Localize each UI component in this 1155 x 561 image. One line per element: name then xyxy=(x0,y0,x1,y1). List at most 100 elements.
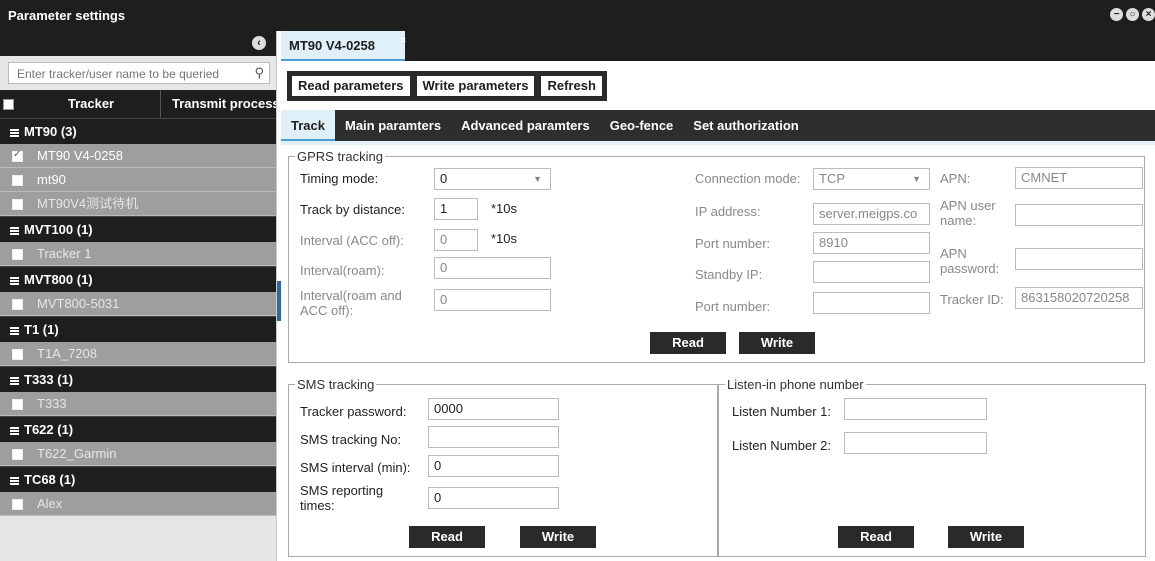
parameter-tabs: Track Main paramters Advanced paramters … xyxy=(281,110,1155,141)
tracker-checkbox[interactable] xyxy=(12,449,23,461)
tab-label: MT90 V4-0258 xyxy=(289,38,375,53)
interval-roam-input[interactable]: 0 xyxy=(434,257,551,279)
interval-roam-acc-off-input[interactable]: 0 xyxy=(434,289,551,311)
tab-underline xyxy=(281,141,1155,145)
group-label: T333 (1) xyxy=(24,372,74,387)
write-parameters-button[interactable]: Write parameters xyxy=(415,75,536,97)
tab-set-authorization[interactable]: Set authorization xyxy=(683,110,808,141)
sms-read-button[interactable]: Read xyxy=(409,526,485,548)
group-label: MVT800 (1) xyxy=(24,272,93,287)
connection-mode-value: TCP xyxy=(819,171,845,186)
tab-close-icon[interactable]: × xyxy=(401,25,406,55)
listen-in-legend: Listen-in phone number xyxy=(727,377,864,392)
gprs-read-button[interactable]: Read xyxy=(650,332,726,354)
group-label: TC68 (1) xyxy=(24,472,76,487)
ip-address-input[interactable]: server.meigps.co xyxy=(813,203,930,225)
tracker-checkbox[interactable] xyxy=(12,299,23,311)
timing-mode-select[interactable]: 0 ▼ xyxy=(434,168,551,190)
gprs-write-button[interactable]: Write xyxy=(739,332,815,354)
transmit-column-header: Transmit process xyxy=(172,96,280,111)
gprs-tracking-legend: GPRS tracking xyxy=(297,149,383,164)
restore-icon[interactable]: ○ xyxy=(1126,8,1139,21)
sms-reporting-times-input[interactable]: 0 xyxy=(428,487,559,509)
sms-tracking-no-label: SMS tracking No: xyxy=(300,432,402,447)
group-icon xyxy=(10,276,19,285)
listen-number-1-label: Listen Number 1: xyxy=(732,404,831,419)
interval-acc-off-input[interactable]: 0 xyxy=(434,229,478,251)
tracker-item[interactable]: MVT800-5031 xyxy=(0,292,276,316)
tracker-item[interactable]: Tracker 1 xyxy=(0,242,276,266)
tab-main-paramters[interactable]: Main paramters xyxy=(335,110,451,141)
refresh-button[interactable]: Refresh xyxy=(540,75,603,97)
title-bar: Parameter settings − ○ × xyxy=(0,0,1155,31)
window-title: Parameter settings xyxy=(8,8,126,23)
apn-input[interactable]: CMNET xyxy=(1015,167,1143,189)
group-icon xyxy=(10,376,19,385)
interval-roam-label: Interval(roam): xyxy=(300,263,385,278)
collapse-sidebar-icon[interactable]: ‹ xyxy=(252,36,266,50)
apn-label: APN: xyxy=(940,171,971,186)
read-parameters-button[interactable]: Read parameters xyxy=(291,75,411,97)
listen-number-2-input[interactable] xyxy=(844,432,987,454)
apn-user-name-input[interactable] xyxy=(1015,204,1143,226)
select-all-checkbox[interactable] xyxy=(3,99,14,110)
tracker-item[interactable]: Alex xyxy=(0,492,276,516)
tracker-checkbox[interactable] xyxy=(12,349,23,361)
minimize-icon[interactable]: − xyxy=(1110,8,1123,21)
group-icon xyxy=(10,226,19,235)
group-t622[interactable]: T622 (1) xyxy=(0,416,276,442)
listen-read-button[interactable]: Read xyxy=(838,526,914,548)
tracker-search-input[interactable] xyxy=(15,64,251,84)
tracker-label: Tracker 1 xyxy=(37,246,92,261)
standby-ip-label: Standby IP: xyxy=(695,267,763,282)
group-t333[interactable]: T333 (1) xyxy=(0,366,276,392)
tab-advanced-paramters[interactable]: Advanced paramters xyxy=(451,110,600,141)
group-tc68[interactable]: TC68 (1) xyxy=(0,466,276,492)
tracker-item[interactable]: T622_Garmin xyxy=(0,442,276,466)
group-mvt100[interactable]: MVT100 (1) xyxy=(0,216,276,242)
tracker-checkbox[interactable] xyxy=(12,151,23,163)
group-t1[interactable]: T1 (1) xyxy=(0,316,276,342)
tracker-search: ⚲ xyxy=(8,62,270,84)
standby-ip-input[interactable] xyxy=(813,261,930,283)
sms-interval-label: SMS interval (min): xyxy=(300,460,411,475)
apn-user-name-label: APN user name: xyxy=(940,198,996,228)
tracker-item[interactable]: T333 xyxy=(0,392,276,416)
tab-track[interactable]: Track xyxy=(281,110,335,141)
tracker-label: T1A_7208 xyxy=(37,346,97,361)
tab-geo-fence[interactable]: Geo-fence xyxy=(600,110,684,141)
search-icon[interactable]: ⚲ xyxy=(254,65,264,81)
chevron-down-icon: ▼ xyxy=(533,174,542,184)
listen-write-button[interactable]: Write xyxy=(948,526,1024,548)
tab-mt90-v4-0258[interactable]: MT90 V4-0258 × xyxy=(281,31,406,61)
apn-password-input[interactable] xyxy=(1015,248,1143,270)
tracker-table-header: Tracker Transmit process xyxy=(0,90,280,118)
sms-tracking-no-input[interactable] xyxy=(428,426,559,448)
tracker-label: mt90 xyxy=(37,172,66,187)
tracker-item[interactable]: T1A_7208 xyxy=(0,342,276,366)
close-icon[interactable]: × xyxy=(1142,8,1155,21)
tracker-checkbox[interactable] xyxy=(12,399,23,411)
track-by-distance-label: Track by distance: xyxy=(300,202,406,217)
tracker-id-input[interactable]: 863158020720258 xyxy=(1015,287,1143,309)
listen-number-1-input[interactable] xyxy=(844,398,987,420)
tracker-checkbox[interactable] xyxy=(12,249,23,261)
connection-mode-select[interactable]: TCP ▼ xyxy=(813,168,930,190)
group-mvt800[interactable]: MVT800 (1) xyxy=(0,266,276,292)
sms-write-button[interactable]: Write xyxy=(520,526,596,548)
port-number-2-input[interactable] xyxy=(813,292,930,314)
sms-interval-input[interactable]: 0 xyxy=(428,455,559,477)
tracker-checkbox[interactable] xyxy=(12,199,23,211)
ip-address-label: IP address: xyxy=(695,204,761,219)
tracker-password-label: Tracker password: xyxy=(300,404,407,419)
tracker-checkbox[interactable] xyxy=(12,499,23,511)
track-by-distance-input[interactable]: 1 xyxy=(434,198,478,220)
tracker-password-input[interactable]: 0000 xyxy=(428,398,559,420)
tracker-item[interactable]: mt90 xyxy=(0,168,276,192)
tracker-item[interactable]: MT90V4测试待机 xyxy=(0,192,276,216)
group-mt90[interactable]: MT90 (3) xyxy=(0,118,276,144)
port-number-input[interactable]: 8910 xyxy=(813,232,930,254)
main-panel: MT90 V4-0258 × Read parameters Write par… xyxy=(281,31,1155,561)
tracker-item[interactable]: MT90 V4-0258 xyxy=(0,144,276,168)
tracker-checkbox[interactable] xyxy=(12,175,23,187)
